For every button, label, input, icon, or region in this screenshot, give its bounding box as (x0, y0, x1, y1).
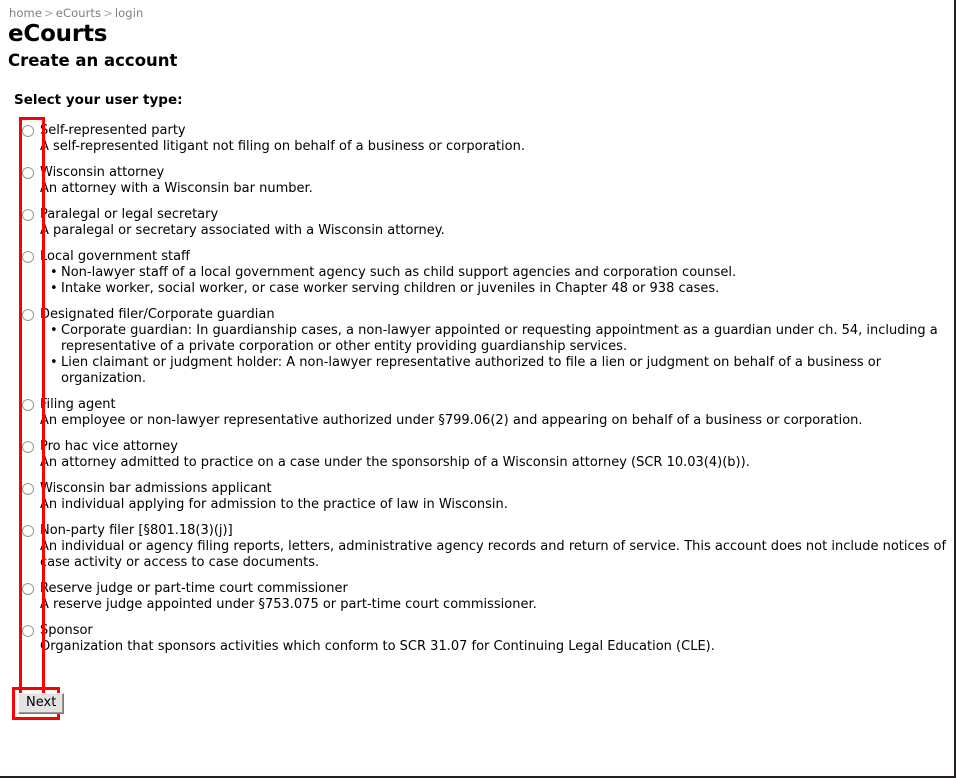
option-body: Designated filer/Corporate guardianCorpo… (40, 307, 954, 387)
radio-cell (8, 581, 40, 595)
breadcrumb-separator: > (103, 6, 113, 20)
option-title: Pro hac vice attorney (40, 439, 178, 454)
user-type-prompt: Select your user type: (14, 92, 183, 108)
radio-designated-filer-corporate-guardian[interactable] (22, 309, 34, 321)
option-title: Designated filer/Corporate guardian (40, 307, 275, 322)
breadcrumb-item-ecourts[interactable]: eCourts (56, 6, 101, 20)
radio-cell (8, 523, 40, 537)
radio-cell (8, 623, 40, 637)
option-title: Reserve judge or part-time court commiss… (40, 581, 348, 596)
radio-non-party-filer[interactable] (22, 525, 34, 537)
breadcrumb-separator: > (44, 6, 54, 20)
user-type-option[interactable]: Designated filer/Corporate guardianCorpo… (8, 307, 954, 387)
option-bullet-list: Corporate guardian: In guardianship case… (40, 323, 950, 387)
option-bullet: Non-lawyer staff of a local government a… (50, 265, 950, 281)
app-title: eCourts (8, 21, 108, 47)
radio-cell (8, 397, 40, 411)
radio-paralegal-or-legal-secretary[interactable] (22, 209, 34, 221)
user-type-option[interactable]: Local government staffNon-lawyer staff o… (8, 249, 954, 297)
user-type-option-list: Self-represented party A self-represented… (8, 117, 954, 705)
user-type-option[interactable]: Non-party filer [§801.18(3)(j)] An indivi… (8, 523, 954, 571)
option-description: A self-represented litigant not filing o… (40, 139, 525, 154)
radio-cell (8, 207, 40, 221)
option-title: Paralegal or legal secretary (40, 207, 219, 222)
option-description: A paralegal or secretary associated with… (40, 223, 445, 238)
option-bullet-list: Non-lawyer staff of a local government a… (40, 265, 950, 297)
radio-sponsor[interactable] (22, 625, 34, 637)
radio-wisconsin-attorney[interactable] (22, 167, 34, 179)
next-button[interactable]: Next (18, 693, 65, 714)
radio-local-government-staff[interactable] (22, 251, 34, 263)
user-type-option[interactable]: Pro hac vice attorney An attorney admitte… (8, 439, 954, 471)
radio-wisconsin-bar-admissions-applicant[interactable] (22, 483, 34, 495)
option-body: Paralegal or legal secretary A paralegal … (40, 207, 954, 239)
option-description: Organization that sponsors activities wh… (40, 639, 715, 654)
radio-filing-agent[interactable] (22, 399, 34, 411)
option-bullet: Lien claimant or judgment holder: A non-… (50, 355, 950, 387)
option-title: Self-represented party (40, 123, 186, 138)
radio-cell (8, 249, 40, 263)
user-type-option[interactable]: Reserve judge or part-time court commiss… (8, 581, 954, 613)
option-description: An employee or non-lawyer representative… (40, 413, 863, 428)
option-title: Filing agent (40, 397, 116, 412)
option-body: Self-represented party A self-represented… (40, 123, 954, 155)
radio-reserve-judge-or-part-time-court-commissioner[interactable] (22, 583, 34, 595)
option-description: An individual or agency filing reports, … (40, 539, 947, 570)
option-title: Non-party filer [§801.18(3)(j)] (40, 523, 233, 538)
option-description: An attorney with a Wisconsin bar number. (40, 181, 313, 196)
option-body: Local government staffNon-lawyer staff o… (40, 249, 954, 297)
user-type-option[interactable]: Filing agent An employee or non-lawyer re… (8, 397, 954, 429)
option-description: An attorney admitted to practice on a ca… (40, 455, 750, 470)
option-title: Wisconsin attorney (40, 165, 165, 180)
user-type-option[interactable]: Wisconsin bar admissions applicant An ind… (8, 481, 954, 513)
form-footer: Next (8, 684, 954, 724)
option-body: Pro hac vice attorney An attorney admitte… (40, 439, 954, 471)
option-title: Sponsor (40, 623, 93, 638)
option-body: Reserve judge or part-time court commiss… (40, 581, 954, 613)
breadcrumb: home > eCourts > login (9, 6, 954, 20)
radio-self-represented-party[interactable] (22, 125, 34, 137)
user-type-option[interactable]: Wisconsin attorney An attorney with a Wis… (8, 165, 954, 197)
page-content: home > eCourts > login eCourts Create an acc… (0, 0, 954, 724)
radio-cell (8, 165, 40, 179)
breadcrumb-item-login: login (114, 6, 144, 20)
option-description: An individual applying for admission to … (40, 497, 508, 512)
option-bullet: Intake worker, social worker, or case wo… (50, 281, 950, 297)
user-type-option[interactable]: Sponsor Organization that sponsors activi… (8, 623, 954, 655)
option-body: Filing agent An employee or non-lawyer re… (40, 397, 954, 429)
option-title: Local government staff (40, 249, 191, 264)
ecourts-create-account-page: home > eCourts > login eCourts Create an acc… (0, 0, 956, 778)
option-body: Wisconsin attorney An attorney with a Wis… (40, 165, 954, 197)
option-body: Non-party filer [§801.18(3)(j)] An indivi… (40, 523, 954, 571)
breadcrumb-item-home[interactable]: home (9, 6, 42, 20)
radio-cell (8, 123, 40, 137)
user-type-option[interactable]: Self-represented party A self-represented… (8, 123, 954, 155)
option-body: Sponsor Organization that sponsors activi… (40, 623, 954, 655)
user-type-option[interactable]: Paralegal or legal secretary A paralegal … (8, 207, 954, 239)
page-title: Create an account (8, 51, 178, 70)
option-description: A reserve judge appointed under §753.075… (40, 597, 537, 612)
radio-cell (8, 307, 40, 321)
option-bullet: Corporate guardian: In guardianship case… (50, 323, 950, 355)
radio-cell (8, 481, 40, 495)
radio-cell (8, 439, 40, 453)
radio-pro-hac-vice-attorney[interactable] (22, 441, 34, 453)
option-body: Wisconsin bar admissions applicant An ind… (40, 481, 954, 513)
option-title: Wisconsin bar admissions applicant (40, 481, 272, 496)
